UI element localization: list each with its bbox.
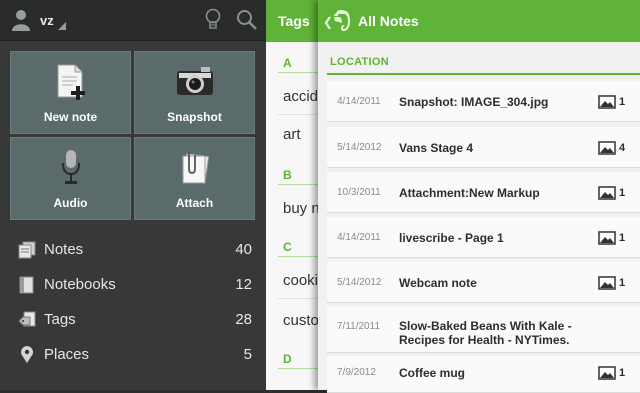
image-icon: [598, 95, 616, 109]
note-title: Coffee mug: [399, 366, 465, 380]
note-title: Webcam note: [399, 276, 477, 290]
tag-item[interactable]: cookir: [283, 272, 323, 289]
attachment-count: 1: [619, 277, 626, 289]
group-label: LOCATION: [330, 56, 390, 68]
note-row[interactable]: 4/14/2011 Snapshot: IMAGE_304.jpg 1: [327, 81, 640, 122]
attach-button[interactable]: Attach: [134, 137, 255, 220]
tags-panel: Tags A accide art B buy n C cookir custo…: [266, 0, 326, 390]
note-title: Snapshot: IMAGE_304.jpg: [399, 95, 549, 109]
sidebar-item-count: 28: [235, 311, 252, 328]
note-date: 7/11/2011: [337, 321, 381, 332]
sidebar-nav: Notes 40 Notebooks 12 Tags 28 Places 5: [0, 232, 266, 372]
quick-actions: New note Snapshot Audio Attach: [10, 51, 256, 221]
note-row[interactable]: 5/14/2012 Webcam note 1: [327, 262, 640, 303]
new-note-button[interactable]: New note: [10, 51, 131, 134]
sidebar-item-count: 12: [235, 276, 252, 293]
notes-panel: ❮ All Notes LOCATION 4/14/2011 Snapshot:…: [318, 0, 640, 393]
attachment-count: 1: [619, 187, 626, 199]
new-note-icon: [57, 64, 85, 100]
attachment-count: 1: [619, 367, 626, 379]
location-pin-icon: [21, 346, 33, 363]
sidebar-item-label: Notes: [44, 241, 84, 258]
note-date: 10/3/2011: [337, 187, 381, 198]
sidebar-item-count: 40: [235, 241, 252, 258]
note-date: 4/14/2011: [337, 232, 381, 243]
image-icon: [598, 141, 616, 155]
tag-section-letter: C: [283, 240, 292, 254]
image-icon: [598, 276, 616, 290]
note-title: Slow-Baked Beans With Kale - Recipes for…: [399, 319, 572, 347]
evernote-logo-icon[interactable]: [332, 9, 352, 33]
sidebar-item-notebooks[interactable]: Notebooks 12: [0, 267, 266, 302]
image-icon: [598, 366, 616, 380]
account-bar: vz: [0, 0, 266, 41]
tile-label: Attach: [175, 196, 214, 210]
tag-item[interactable]: buy n: [283, 200, 320, 217]
lightbulb-icon[interactable]: [205, 8, 221, 32]
search-icon[interactable]: [236, 9, 258, 31]
note-date: 4/14/2011: [337, 96, 381, 107]
tag-section-letter: D: [283, 352, 292, 366]
notebook-icon: [19, 276, 34, 294]
sidebar-item-label: Places: [44, 346, 90, 363]
attachment-count: 1: [619, 96, 626, 108]
notes-title: All Notes: [358, 13, 419, 29]
note-title: livescribe - Page 1: [399, 231, 504, 245]
attachment-count: 4: [619, 142, 626, 154]
tags-title: Tags: [278, 13, 310, 29]
image-icon: [598, 231, 616, 245]
account-name[interactable]: vz: [40, 13, 54, 28]
image-icon: [598, 186, 616, 200]
tile-label: Snapshot: [167, 110, 222, 124]
note-row[interactable]: 4/14/2011 livescribe - Page 1 1: [327, 217, 640, 258]
note-title: Attachment:New Markup: [399, 186, 540, 200]
tag-item[interactable]: art: [283, 126, 301, 143]
sidebar-item-notes[interactable]: Notes 40: [0, 232, 266, 267]
tag-section-letter: A: [283, 56, 292, 70]
sidebar-item-count: 5: [243, 346, 252, 363]
sidebar-item-label: Tags: [44, 311, 76, 328]
note-date: 7/9/2012: [337, 367, 376, 378]
tags-header[interactable]: Tags: [266, 0, 326, 42]
sidebar-item-label: Notebooks: [44, 276, 116, 293]
sidebar-item-tags[interactable]: Tags 28: [0, 302, 266, 337]
camera-icon: [176, 67, 213, 95]
tag-section-letter: B: [283, 168, 292, 182]
microphone-icon: [61, 150, 80, 184]
note-row[interactable]: 7/9/2012 Coffee mug 1: [327, 356, 640, 393]
note-row[interactable]: 7/11/2011 Slow-Baked Beans With Kale - R…: [327, 307, 640, 353]
audio-button[interactable]: Audio: [10, 137, 131, 220]
snapshot-button[interactable]: Snapshot: [134, 51, 255, 134]
account-dropdown-icon[interactable]: [58, 22, 66, 30]
group-divider: [327, 73, 640, 75]
notes-icon: [18, 241, 36, 259]
tag-icon: [18, 311, 36, 327]
note-date: 5/14/2012: [337, 142, 382, 153]
sidebar: vz New note Snapshot Audio Attach Notes …: [0, 0, 266, 390]
note-title: Vans Stage 4: [399, 141, 474, 155]
note-date: 5/14/2012: [337, 277, 382, 288]
sidebar-item-places[interactable]: Places 5: [0, 337, 266, 372]
note-row[interactable]: 5/14/2012 Vans Stage 4 4: [327, 127, 640, 168]
user-icon[interactable]: [12, 9, 30, 31]
note-row[interactable]: 10/3/2011 Attachment:New Markup 1: [327, 172, 640, 213]
tag-item[interactable]: custo: [283, 312, 319, 329]
paperclip-icon: [182, 151, 209, 184]
attachment-count: 1: [619, 232, 626, 244]
tile-label: Audio: [53, 196, 88, 210]
tile-label: New note: [43, 110, 98, 124]
notes-header: ❮ All Notes: [318, 0, 640, 42]
